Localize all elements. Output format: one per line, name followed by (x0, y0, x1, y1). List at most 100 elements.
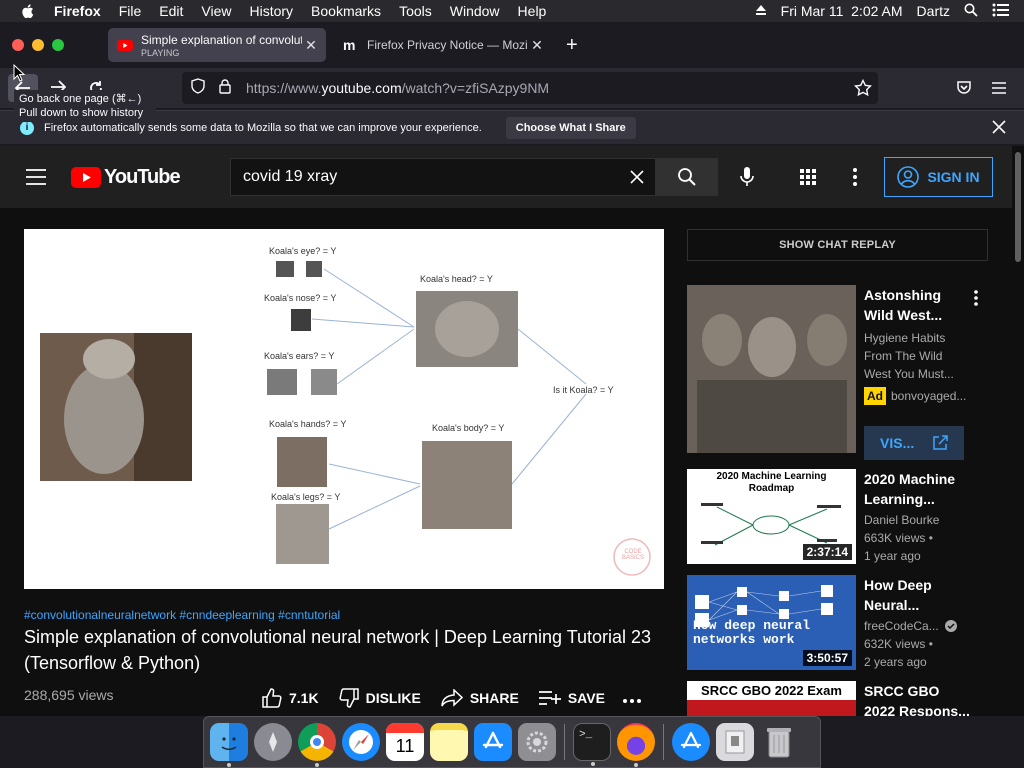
close-window-button[interactable] (12, 39, 24, 51)
mozilla-favicon-icon: m (343, 37, 356, 53)
recommendation-ad-card[interactable]: Astonshing Wild West... Hygiene Habits F… (687, 285, 987, 460)
more-actions-icon[interactable] (622, 690, 641, 706)
system-preferences-icon[interactable] (518, 723, 556, 761)
trash-icon[interactable] (760, 723, 798, 761)
save-button[interactable]: SAVE (538, 689, 605, 707)
page-scrollbar[interactable] (1012, 146, 1024, 716)
video-player[interactable]: Koala's eye? = Y Koala's nose? = Y Koala… (24, 229, 664, 589)
url-text[interactable]: https://www.youtube.com/watch?v=zfiSAzpy… (246, 80, 549, 96)
minimize-window-button[interactable] (32, 39, 44, 51)
diagram-label-is-koala: Is it Koala? = Y (553, 385, 614, 395)
close-notice-icon[interactable] (992, 120, 1006, 137)
ad-channel[interactable]: bonvoyaged... (891, 387, 966, 405)
sign-in-button[interactable]: SIGN IN (884, 157, 993, 197)
recommendation-card[interactable]: 2020 Machine Learning Roadmap 2:37:14 20… (687, 469, 987, 564)
menu-app-firefox[interactable]: Firefox (54, 3, 101, 19)
menu-help[interactable]: Help (518, 3, 547, 19)
youtube-logo[interactable]: YouTube (71, 166, 181, 189)
search-input[interactable] (243, 168, 613, 186)
url-bar[interactable]: https://www.youtube.com/watch?v=zfiSAzpy… (182, 72, 878, 104)
video-title: Simple explanation of convolutional neur… (24, 627, 652, 673)
zoom-window-button[interactable] (52, 39, 64, 51)
apps-grid-icon[interactable] (800, 169, 816, 190)
recommendation-title[interactable]: SRCC GBO 2022 Respons... (864, 681, 970, 716)
video-duration: 2:37:14 (802, 544, 852, 560)
safari-icon[interactable] (342, 723, 380, 761)
ad-thumbnail[interactable] (687, 285, 856, 453)
spotlight-search-icon[interactable] (964, 3, 978, 20)
menu-file[interactable]: File (119, 3, 142, 19)
thumbnail-text: How deep neural networks work (693, 618, 811, 647)
video-thumbnail[interactable]: SRCC GBO 2022 Exam (687, 681, 856, 716)
ad-channel-row: Ad bonvoyaged... (864, 387, 970, 405)
menu-window[interactable]: Window (450, 3, 500, 19)
new-tab-icon[interactable]: + (566, 34, 578, 57)
tab-youtube[interactable]: Simple explanation of convolutio PLAYING… (108, 28, 326, 62)
recommendation-channel[interactable]: freeCodeCa... (864, 617, 939, 635)
choose-what-i-share-button[interactable]: Choose What I Share (505, 116, 636, 139)
calendar-icon[interactable]: 11 (386, 723, 424, 761)
back-button-tooltip: Go back one page (⌘←) Pull down to show … (14, 90, 156, 122)
app-menu-hamburger-icon[interactable] (992, 81, 1006, 99)
clear-search-icon[interactable] (629, 169, 645, 190)
lock-icon[interactable] (218, 78, 232, 99)
like-button[interactable]: 7.1K (262, 688, 319, 708)
menu-history[interactable]: History (249, 3, 293, 19)
control-center-icon[interactable] (992, 3, 1010, 20)
terminal-icon[interactable]: >_ (573, 723, 611, 766)
firefox-icon[interactable] (617, 723, 655, 767)
thumbs-up-icon (262, 688, 282, 708)
pocket-icon[interactable] (956, 80, 972, 101)
code-basics-watermark: CODE BASICS (621, 549, 644, 561)
tracking-protection-shield-icon[interactable] (190, 77, 206, 99)
recommendation-meta: SRCC GBO 2022 Respons... (864, 681, 970, 716)
app-store-download-icon[interactable] (672, 723, 710, 761)
recommendation-age: 1 year ago (864, 549, 921, 563)
clock[interactable]: Fri Mar 11 2:02 AM (781, 3, 903, 19)
eject-icon[interactable] (755, 3, 767, 19)
microphone-icon[interactable] (740, 167, 754, 192)
search-box[interactable] (230, 158, 656, 196)
menu-bookmarks[interactable]: Bookmarks (311, 3, 381, 19)
app-store-icon[interactable] (474, 723, 512, 761)
menu-view[interactable]: View (201, 3, 231, 19)
ad-more-options-icon[interactable] (974, 290, 978, 311)
search-button[interactable] (656, 158, 718, 196)
recommendation-title[interactable]: Astonshing Wild West... (864, 285, 970, 325)
scrollbar-thumb[interactable] (1015, 152, 1021, 262)
recommendation-title[interactable]: 2020 Machine Learning... (864, 469, 970, 509)
sign-in-label: SIGN IN (927, 169, 980, 185)
close-tab-icon[interactable]: ✕ (302, 37, 320, 54)
downloads-folder-icon[interactable] (716, 723, 754, 761)
dislike-label: DISLIKE (365, 690, 421, 706)
recommendation-meta: Astonshing Wild West... Hygiene Habits F… (864, 285, 970, 405)
recommendation-card[interactable]: How deep neural networks work 3:50:57 Ho… (687, 575, 987, 670)
recommendation-title[interactable]: How Deep Neural... (864, 575, 970, 615)
tab-title: Simple explanation of convolutio (141, 32, 302, 47)
ad-badge: Ad (864, 387, 886, 405)
close-tab-icon[interactable]: ✕ (528, 37, 546, 54)
thumbnail-text: SRCC GBO 2022 Exam (687, 681, 856, 700)
menu-edit[interactable]: Edit (159, 3, 183, 19)
video-thumbnail[interactable]: 2020 Machine Learning Roadmap 2:37:14 (687, 469, 856, 564)
notes-icon[interactable] (430, 723, 468, 761)
user-name[interactable]: Dartz (917, 3, 950, 19)
menu-tools[interactable]: Tools (399, 3, 432, 19)
settings-more-icon[interactable] (853, 168, 857, 191)
apple-menu-icon[interactable] (20, 3, 38, 19)
finder-icon[interactable] (210, 723, 248, 767)
video-thumbnail[interactable]: How deep neural networks work 3:50:57 (687, 575, 856, 670)
chrome-icon[interactable] (298, 723, 336, 767)
visit-site-button[interactable]: VIS... (864, 426, 964, 460)
video-hashtags[interactable]: #convolutionalneuralnetwork #cnndeeplear… (24, 608, 340, 622)
tab-privacy-notice[interactable]: m Firefox Privacy Notice — Mozilla ✕ (334, 28, 552, 62)
guide-menu-icon[interactable] (26, 169, 46, 190)
share-button[interactable]: SHARE (441, 689, 519, 707)
recommendation-card[interactable]: SRCC GBO 2022 Exam SRCC GBO 2022 Respons… (687, 681, 987, 716)
bookmark-star-icon[interactable] (853, 78, 873, 102)
recommendation-channel[interactable]: Daniel Bourke (864, 511, 970, 529)
launchpad-icon[interactable] (254, 723, 292, 761)
dislike-button[interactable]: DISLIKE (339, 688, 421, 708)
show-chat-replay-button[interactable]: SHOW CHAT REPLAY (687, 229, 988, 261)
user-account-icon (897, 166, 920, 188)
